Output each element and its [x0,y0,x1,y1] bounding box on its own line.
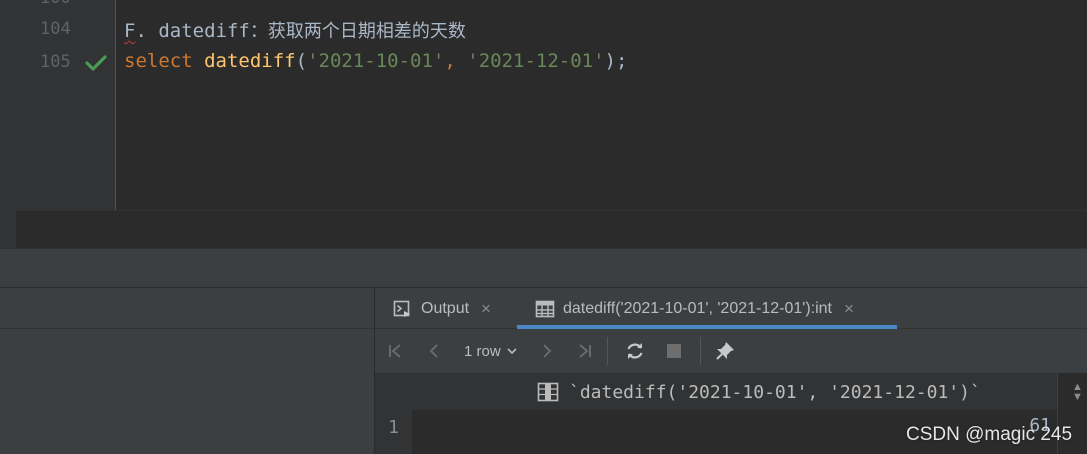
rows-count-dropdown[interactable]: 1 row [464,340,519,362]
stop-icon[interactable] [663,340,685,362]
open-paren: ( [295,50,308,72]
line-number-gutter: 100 104 105 [16,0,115,210]
services-tree-panel[interactable] [0,288,374,454]
results-toolbar: 1 row [375,329,1087,373]
editor-bottom-area [16,210,1087,248]
rows-count-label: 1 row [464,342,501,360]
watermark: CSDN @magic 245 [906,424,1073,445]
results-tab-bar: Output × datediff('2021-10-01', '2021-12… [375,288,1087,329]
string-arg-2: '2021-12-01' [467,50,605,72]
chevron-down-icon [507,348,517,355]
close-icon[interactable]: × [844,299,854,319]
sql-editor[interactable]: 100 104 105 F. datediff：获取两个日期相差的天数 sele… [0,0,1087,248]
toolbar-separator [700,337,701,365]
check-icon[interactable] [84,52,108,74]
tab-output[interactable]: Output × [393,288,491,329]
close-icon[interactable]: × [481,299,491,319]
string-arg-1: '2021-10-01' [307,50,445,72]
toolbar-separator [607,337,608,365]
keyword-select: select [124,50,193,72]
console-icon [393,299,413,319]
tab-result[interactable]: datediff('2021-10-01', '2021-12-01'):int… [535,288,854,329]
comment-text: . datediff [135,20,250,42]
function-name: datediff [204,50,296,72]
tab-output-label: Output [421,299,470,317]
panel-divider [0,328,374,329]
close-paren-semicolon: ); [604,50,628,72]
services-tool-window-header [0,248,1087,288]
prev-page-icon[interactable] [423,340,445,362]
line-number: 100 [40,0,80,8]
refresh-icon[interactable] [624,340,646,362]
sort-icon[interactable]: ▲ ▼ [1072,382,1083,403]
row-number[interactable]: 1 [375,412,412,443]
first-page-icon[interactable] [385,340,407,362]
grid-header-row: `datediff('2021-10-01', '2021-12-01')` ▲… [412,373,1083,411]
editor-left-strip [0,0,16,248]
next-page-icon[interactable] [536,340,558,362]
line-number: 105 [40,52,71,72]
pin-icon[interactable] [713,340,737,362]
comma: , [444,50,456,72]
code-line-comment: F. datediff：获取两个日期相差的天数 [124,17,466,43]
code-line-query: select datediff('2021-10-01', '2021-12-0… [124,50,627,72]
last-page-icon[interactable] [573,340,595,362]
tab-result-label: datediff('2021-10-01', '2021-12-01'):int [563,299,832,317]
column-header-label: `datediff('2021-10-01', '2021-12-01')` [569,381,981,403]
line-number: 104 [40,19,71,39]
table-icon [535,299,555,319]
spelling-warning-text: F [124,20,136,42]
column-header[interactable]: `datediff('2021-10-01', '2021-12-01')` [537,373,981,411]
column-icon [537,382,559,402]
comment-chinese-text: ：获取两个日期相差的天数 [249,21,466,42]
